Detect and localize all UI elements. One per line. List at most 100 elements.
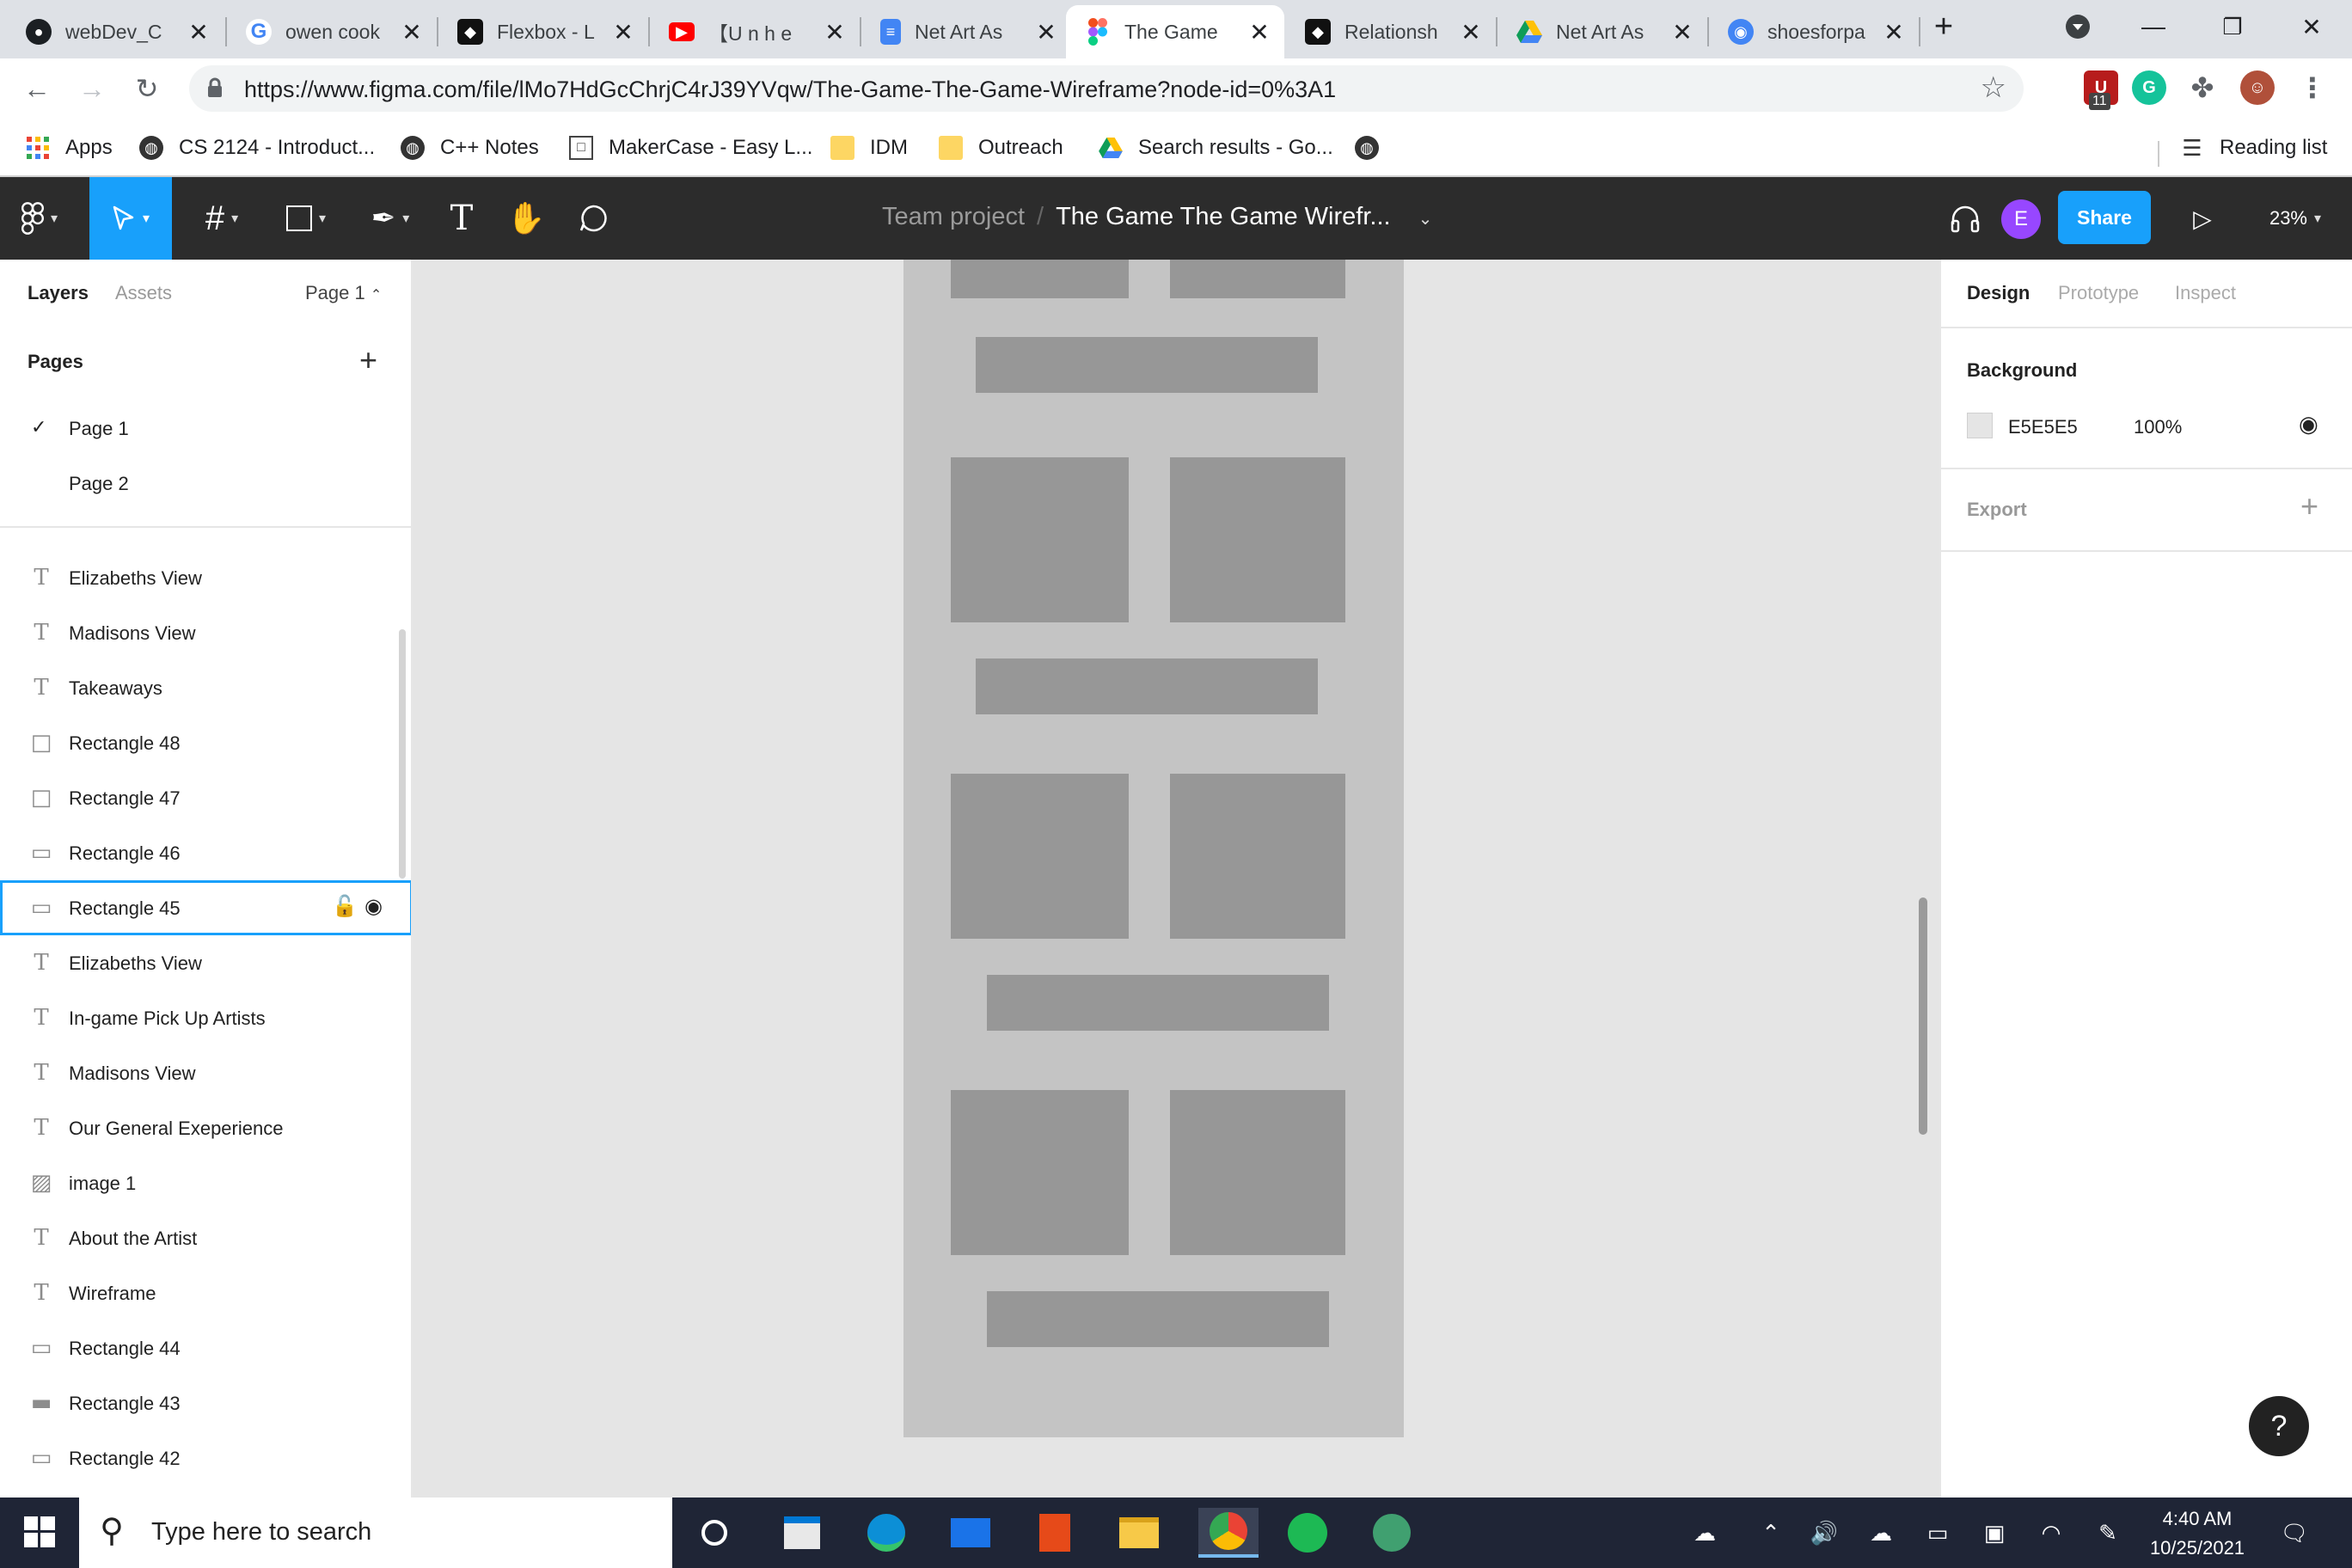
- layer-row[interactable]: T Wireframe: [0, 1265, 411, 1320]
- bookmark-search-results[interactable]: Search results - Go...: [1099, 131, 1333, 165]
- new-tab-icon[interactable]: +: [1914, 7, 1974, 46]
- bookmark-cs2124[interactable]: ◍ CS 2124 - Introduct...: [139, 131, 375, 165]
- layer-row[interactable]: ▭ Rectangle 45 🔓 ◉: [0, 880, 411, 935]
- office-icon[interactable]: [1030, 1508, 1080, 1558]
- team-project-link[interactable]: Team project: [882, 203, 1025, 230]
- layer-row[interactable]: T In-game Pick Up Artists: [0, 990, 411, 1045]
- wireframe-image-block[interactable]: [1170, 1090, 1345, 1255]
- background-color-swatch[interactable]: [1967, 413, 1993, 438]
- layer-row[interactable]: ▬ Rectangle 43: [0, 1375, 411, 1430]
- help-button[interactable]: ?: [2249, 1396, 2309, 1456]
- restore-icon[interactable]: ❐: [2202, 7, 2263, 46]
- wireframe-image-block[interactable]: [951, 260, 1129, 298]
- close-window-icon[interactable]: ✕: [2282, 7, 2342, 46]
- pen-workspace-icon[interactable]: ✎: [2091, 1515, 2125, 1551]
- wireframe-image-block[interactable]: [1170, 457, 1345, 622]
- forward-icon[interactable]: →: [72, 69, 112, 108]
- design-canvas[interactable]: [413, 260, 1939, 1498]
- visibility-eye-icon[interactable]: ◉: [2299, 411, 2318, 438]
- bookmark-makercase[interactable]: □ MakerCase - Easy L...: [569, 131, 812, 165]
- add-export-icon[interactable]: +: [2300, 488, 2318, 524]
- close-tab-icon[interactable]: ✕: [186, 18, 211, 46]
- background-opacity-input[interactable]: 100%: [2134, 416, 2182, 438]
- browser-tab[interactable]: ● webDev_C ✕: [7, 5, 224, 58]
- close-tab-icon[interactable]: ✕: [1458, 18, 1484, 46]
- wireframe-image-block[interactable]: [951, 457, 1129, 622]
- audio-chat-button[interactable]: [1938, 177, 1993, 260]
- show-hidden-icons[interactable]: ⌃: [1755, 1515, 1786, 1551]
- battery-icon[interactable]: ▭: [1920, 1515, 1955, 1551]
- url-bar[interactable]: https://www.figma.com/file/lMo7HdGcChrjC…: [189, 65, 2024, 112]
- lock-icon[interactable]: [206, 77, 224, 98]
- add-page-icon[interactable]: +: [359, 342, 377, 378]
- layer-row[interactable]: ▭ Rectangle 42: [0, 1430, 411, 1485]
- extensions-puzzle-icon[interactable]: ✤: [2185, 70, 2220, 105]
- browser-tab[interactable]: Net Art As ✕: [1498, 5, 1707, 58]
- layer-row[interactable]: T Elizabeths View: [0, 550, 411, 605]
- browser-tab[interactable]: ≡ Net Art As ✕: [861, 5, 1071, 58]
- taskbar-search-box[interactable]: ⚲ Type here to search: [79, 1498, 672, 1568]
- visibility-eye-icon[interactable]: ◉: [364, 894, 383, 919]
- display-icon[interactable]: ▣: [1977, 1515, 2012, 1551]
- share-button[interactable]: Share: [2058, 191, 2151, 244]
- bookmark-cpp-notes[interactable]: ◍ C++ Notes: [401, 131, 539, 165]
- close-tab-icon[interactable]: ✕: [822, 18, 848, 46]
- file-name[interactable]: The Game The Game Wirefr...: [1056, 203, 1390, 230]
- layer-row[interactable]: □ Rectangle 48: [0, 715, 411, 770]
- close-tab-icon[interactable]: ✕: [1246, 18, 1272, 46]
- user-avatar[interactable]: E: [2001, 199, 2041, 239]
- bookmark-star-icon[interactable]: ☆: [1981, 70, 2006, 105]
- figma-main-menu[interactable]: ▾: [0, 177, 79, 260]
- wireframe-text-block[interactable]: [976, 337, 1318, 393]
- hand-tool[interactable]: ✋: [497, 177, 555, 260]
- bookmark-apps[interactable]: Apps: [26, 131, 113, 165]
- browser-tab[interactable]: ▶ 【U n h e ✕: [650, 5, 860, 58]
- bookmark-folder-idm[interactable]: IDM: [830, 131, 908, 165]
- page-selector[interactable]: Page 1 ⌃: [305, 282, 382, 304]
- edge-icon[interactable]: [861, 1508, 911, 1558]
- comment-tool[interactable]: [564, 177, 622, 260]
- tab-layers[interactable]: Layers: [28, 282, 89, 304]
- browser-tab[interactable]: ◉ shoesforpa ✕: [1709, 5, 1919, 58]
- present-button[interactable]: ▷: [2175, 177, 2230, 260]
- layer-row[interactable]: T Madisons View: [0, 1045, 411, 1100]
- shape-tool[interactable]: ▾: [266, 177, 346, 260]
- atom-icon[interactable]: [1367, 1508, 1417, 1558]
- zoom-control[interactable]: 23% ▾: [2252, 177, 2338, 260]
- onedrive-icon[interactable]: ☁: [1685, 1515, 1724, 1551]
- back-icon[interactable]: ←: [17, 69, 57, 108]
- layer-row[interactable]: ▭ Rectangle 46: [0, 825, 411, 880]
- unlock-icon[interactable]: 🔓: [332, 894, 358, 919]
- chevron-down-icon[interactable]: ⌄: [1418, 210, 1433, 229]
- layer-row[interactable]: T Madisons View: [0, 605, 411, 660]
- frame-tool[interactable]: # ▾: [182, 177, 261, 260]
- close-tab-icon[interactable]: ✕: [1881, 18, 1907, 46]
- layer-row[interactable]: ▨ image 1: [0, 1155, 411, 1210]
- move-tool[interactable]: ▾: [89, 177, 172, 260]
- profile-avatar[interactable]: ☺: [2240, 70, 2275, 105]
- bookmark-folder-outreach[interactable]: Outreach: [939, 131, 1063, 165]
- wireframe-text-block[interactable]: [976, 658, 1318, 714]
- system-clock[interactable]: 4:40 AM 10/25/2021: [2146, 1504, 2249, 1563]
- wifi-icon[interactable]: ◠: [2034, 1515, 2068, 1551]
- file-explorer-icon[interactable]: [1114, 1508, 1164, 1558]
- wireframe-image-block[interactable]: [951, 774, 1129, 939]
- wireframe-image-block[interactable]: [951, 1090, 1129, 1255]
- wireframe-text-block[interactable]: [987, 1291, 1329, 1347]
- wireframe-image-block[interactable]: [1170, 260, 1345, 298]
- wireframe-text-block[interactable]: [987, 975, 1329, 1031]
- browser-tab-active[interactable]: The Game ✕: [1066, 5, 1284, 58]
- layer-row[interactable]: TAbout the game: [0, 1485, 411, 1498]
- reading-list-button[interactable]: ☰ Reading list: [2180, 131, 2327, 165]
- pen-tool[interactable]: ✒ ▾: [351, 177, 430, 260]
- canvas-scrollbar[interactable]: [1919, 897, 1927, 1135]
- layer-row[interactable]: T Elizabeths View: [0, 935, 411, 990]
- mail-icon[interactable]: [946, 1508, 995, 1558]
- volume-icon[interactable]: 🔊: [1807, 1515, 1841, 1551]
- browser-tab[interactable]: ◆ Flexbox - L ✕: [438, 5, 648, 58]
- grammarly-icon[interactable]: G: [2132, 70, 2166, 105]
- microsoft-store-icon[interactable]: [777, 1508, 827, 1558]
- text-tool[interactable]: T: [435, 177, 488, 260]
- url-text[interactable]: https://www.figma.com/file/lMo7HdGcChrjC…: [244, 77, 1336, 103]
- layers-scrollbar[interactable]: [399, 629, 406, 879]
